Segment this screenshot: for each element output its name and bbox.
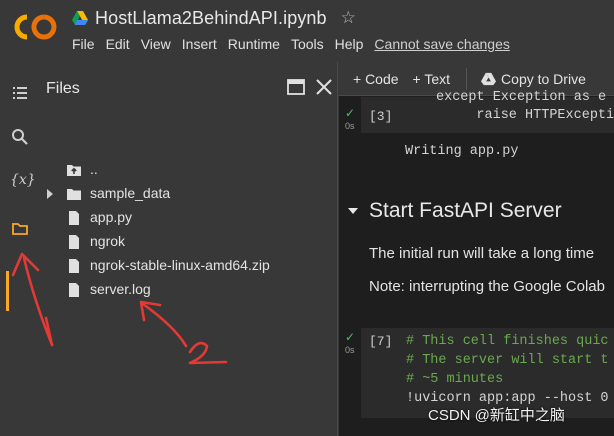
colab-logo[interactable] <box>14 13 58 41</box>
menu-tools[interactable]: Tools <box>291 36 324 52</box>
run-time: 0s <box>345 121 355 131</box>
folder-icon <box>67 189 81 200</box>
menu-runtime[interactable]: Runtime <box>228 36 280 52</box>
left-rail: {x} <box>0 62 38 436</box>
file-entry-server-log[interactable]: server.log <box>38 278 338 302</box>
code-line: raise HTTPExcepti <box>444 108 614 123</box>
notebook-area: + Code + Text Copy to Drive ✓ 0s [3] exc… <box>339 62 614 436</box>
notebook-title[interactable]: HostLlama2BehindAPI.ipynb <box>95 8 327 29</box>
section-title: Start FastAPI Server <box>369 199 562 222</box>
toc-icon[interactable] <box>10 83 30 103</box>
files-panel-title: Files <box>46 80 80 97</box>
file-icon <box>69 211 79 225</box>
run-time: 0s <box>345 345 355 355</box>
file-entry-ngrok-zip[interactable]: ngrok-stable-linux-amd64.zip <box>38 254 338 278</box>
cell-output: Writing app.py <box>405 144 519 159</box>
copy-to-drive-label: Copy to Drive <box>501 70 586 87</box>
file-icon <box>69 235 79 249</box>
files-panel: Files .. sample_data app.py ngrok ngrok-… <box>38 62 338 436</box>
file-entry-ngrok[interactable]: ngrok <box>38 230 338 254</box>
panel-window-buttons <box>286 78 334 96</box>
close-icon[interactable] <box>314 78 334 96</box>
file-entry-app-py[interactable]: app.py <box>38 206 338 230</box>
title-row: HostLlama2BehindAPI.ipynb ☆ <box>72 5 356 31</box>
active-indicator <box>6 271 9 311</box>
markdown-text: Note: interrupting the Google Colab <box>369 278 605 295</box>
folder-icon[interactable] <box>10 219 30 239</box>
code-comment: # This cell finishes quic <box>406 334 609 349</box>
cannot-save-link[interactable]: Cannot save changes <box>374 36 509 52</box>
copy-to-drive-button[interactable]: Copy to Drive <box>481 71 586 87</box>
star-icon[interactable]: ☆ <box>341 8 356 28</box>
file-name: ngrok <box>90 233 126 249</box>
file-entry-sample-data[interactable]: sample_data <box>38 182 338 206</box>
drive-icon <box>72 11 88 25</box>
file-name: app.py <box>90 209 133 225</box>
menu-bar: File Edit View Insert Runtime Tools Help… <box>72 36 510 52</box>
menu-insert[interactable]: Insert <box>182 36 217 52</box>
markdown-text: The initial run will take a long time <box>369 245 595 262</box>
run-status-check-icon: ✓ <box>345 106 356 120</box>
toolbar-divider <box>466 67 468 90</box>
top-bar: HostLlama2BehindAPI.ipynb ☆ File Edit Vi… <box>0 0 614 62</box>
variables-icon[interactable]: {x} <box>10 172 36 192</box>
menu-edit[interactable]: Edit <box>106 36 130 52</box>
add-code-button[interactable]: + Code <box>353 71 399 87</box>
expand-caret-icon[interactable] <box>47 189 53 199</box>
collapse-caret-icon[interactable] <box>348 208 358 214</box>
code-comment: # The server will start t <box>406 353 609 368</box>
drive-icon <box>481 72 497 85</box>
code-line: except Exception as e <box>436 90 607 105</box>
file-name: server.log <box>90 281 151 297</box>
watermark: CSDN @新缸中之脑 <box>428 407 565 424</box>
exec-count: [7] <box>369 334 393 349</box>
menu-file[interactable]: File <box>72 36 95 52</box>
parent-folder-icon <box>67 165 81 176</box>
section-heading[interactable]: Start FastAPI Server <box>348 199 562 223</box>
menu-view[interactable]: View <box>141 36 171 52</box>
file-name: .. <box>90 161 98 177</box>
exec-count: [3] <box>369 109 393 124</box>
file-entry-parent[interactable]: .. <box>38 158 338 182</box>
run-status-check-icon: ✓ <box>345 330 356 344</box>
file-icon <box>69 259 79 273</box>
add-text-button[interactable]: + Text <box>413 71 451 87</box>
file-icon <box>69 283 79 297</box>
open-in-window-icon[interactable] <box>286 78 306 96</box>
file-tree: .. sample_data app.py ngrok ngrok-stable… <box>38 158 338 302</box>
code-comment: # ~5 minutes <box>406 372 504 387</box>
search-icon[interactable] <box>10 127 30 147</box>
file-name: ngrok-stable-linux-amd64.zip <box>90 257 270 273</box>
file-name: sample_data <box>90 185 171 201</box>
menu-help[interactable]: Help <box>335 36 364 52</box>
